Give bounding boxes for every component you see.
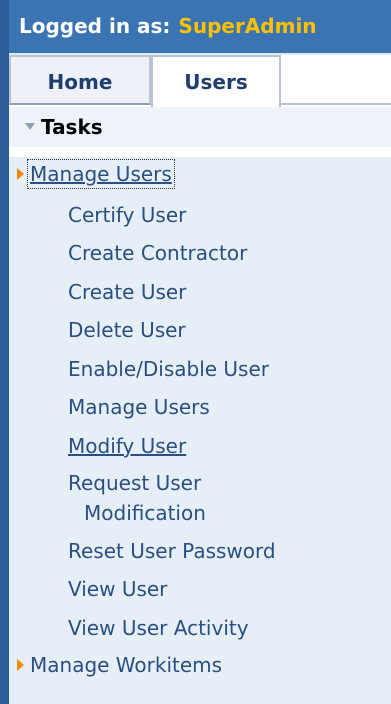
tasks-panel: Tasks Manage Users Certify User Create C… <box>9 107 391 704</box>
expand-arrow-icon <box>17 658 24 671</box>
tasks-header[interactable]: Tasks <box>9 107 391 147</box>
task-certify-user[interactable]: Certify User <box>68 203 186 227</box>
left-edge-bar <box>0 0 9 704</box>
tab-users[interactable]: Users <box>151 55 281 109</box>
tasks-divider <box>9 147 391 157</box>
task-enable-disable-user[interactable]: Enable/Disable User <box>68 357 269 381</box>
username-label: SuperAdmin <box>178 14 317 38</box>
task-view-user-activity[interactable]: View User Activity <box>68 616 249 640</box>
task-manage-users[interactable]: Manage Users <box>68 395 210 419</box>
task-modify-user[interactable]: Modify User <box>68 434 186 458</box>
tab-bar: Home Users <box>9 55 391 109</box>
group-manage-users-label[interactable]: Manage Users <box>27 159 175 189</box>
expand-arrow-icon <box>17 167 24 180</box>
task-request-line-2: Modification <box>84 501 206 525</box>
tab-divider <box>281 103 391 105</box>
task-delete-user[interactable]: Delete User <box>68 318 186 342</box>
task-request-line-1: Request User <box>68 471 202 495</box>
group-manage-workitems[interactable]: Manage Workitems <box>17 653 222 677</box>
task-create-user[interactable]: Create User <box>68 280 186 304</box>
collapse-triangle-icon <box>25 123 35 130</box>
task-create-contractor[interactable]: Create Contractor <box>68 241 247 265</box>
group-manage-workitems-label[interactable]: Manage Workitems <box>30 653 222 677</box>
task-request-user-modification[interactable]: Request User Modification <box>68 468 206 528</box>
task-view-user[interactable]: View User <box>68 577 167 601</box>
logged-in-label: Logged in as: <box>19 14 171 38</box>
app-frame: Logged in as: SuperAdmin Home Users Tasks… <box>0 0 391 704</box>
tasks-title: Tasks <box>41 115 103 139</box>
login-header: Logged in as: SuperAdmin <box>9 0 391 55</box>
group-manage-users[interactable]: Manage Users <box>17 159 175 189</box>
task-reset-user-password[interactable]: Reset User Password <box>68 539 276 563</box>
tab-home[interactable]: Home <box>9 55 151 105</box>
